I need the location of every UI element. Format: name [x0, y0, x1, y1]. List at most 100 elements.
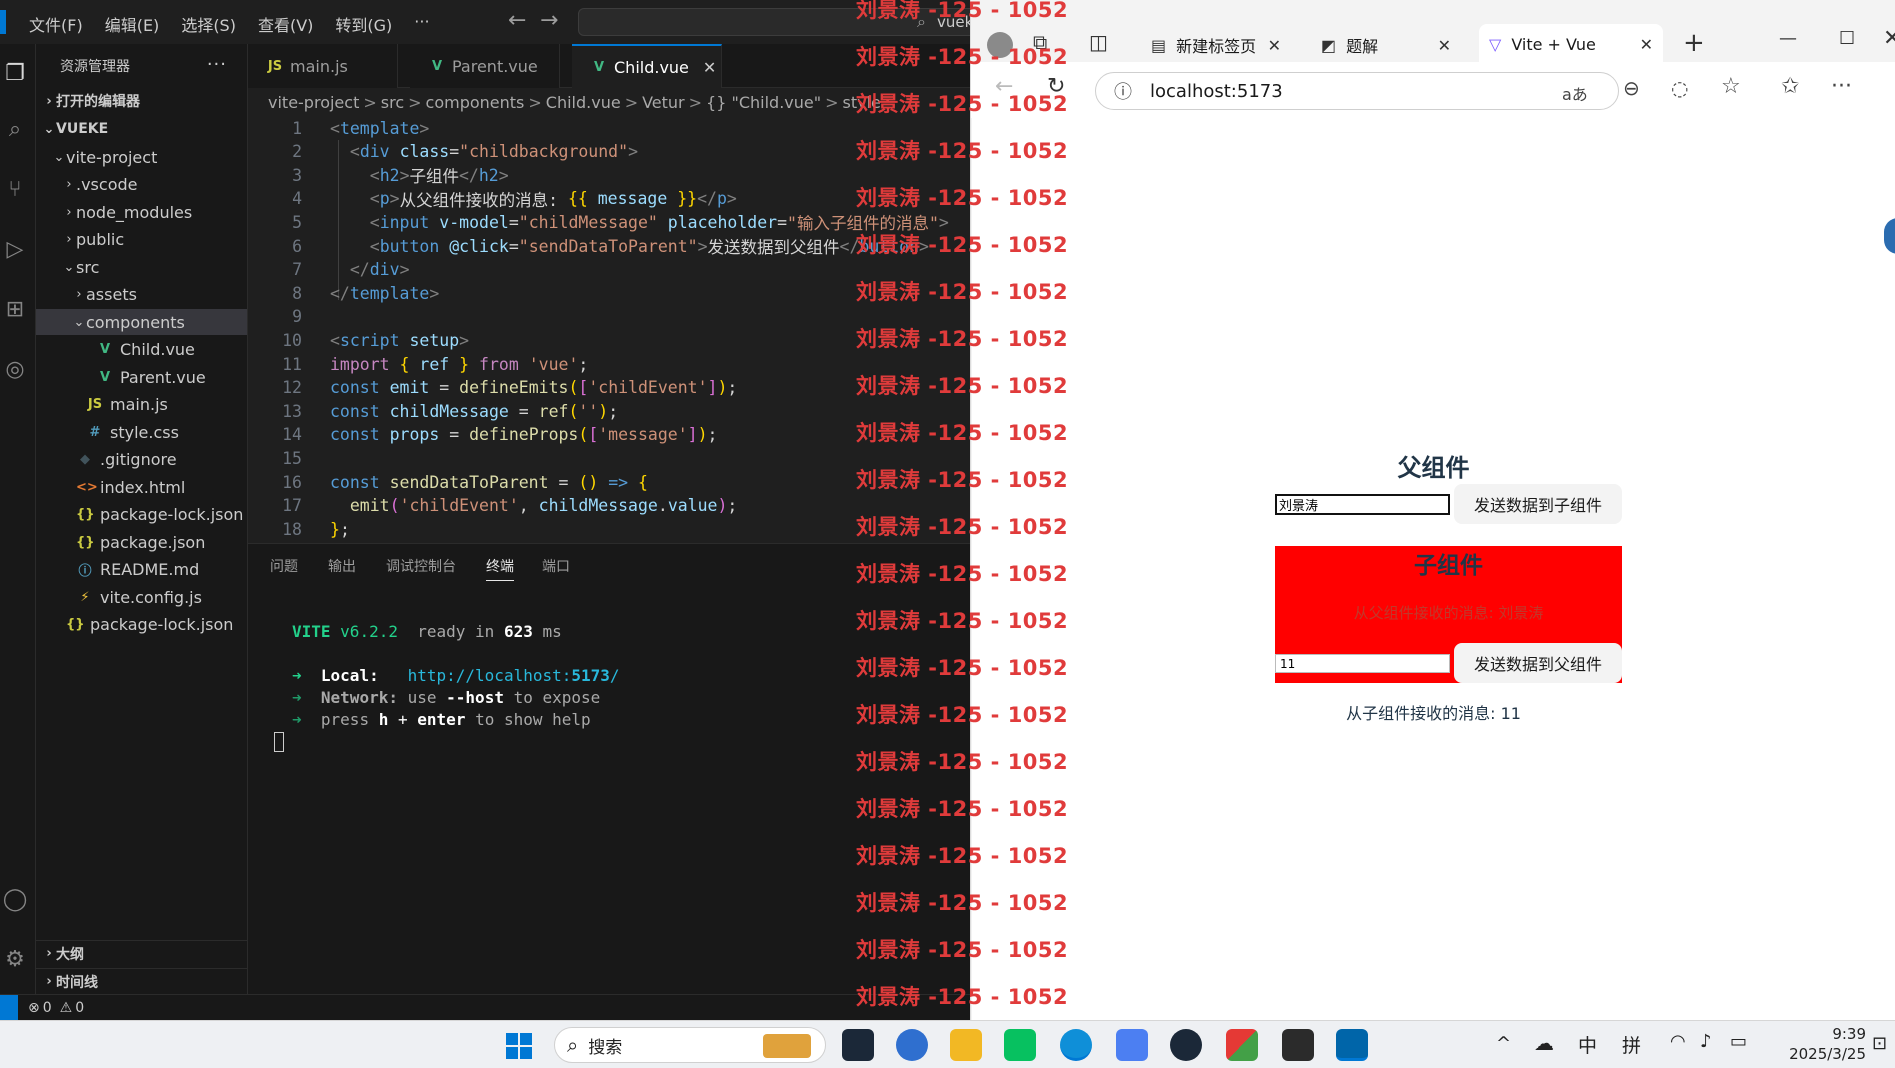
notification-icon[interactable]: ⊡	[1872, 1033, 1887, 1054]
code-line[interactable]: 4 < p > 从父组件接收的消息: {{ message }} </p >	[248, 187, 737, 211]
favorite-star-icon[interactable]: ☆	[1721, 74, 1741, 99]
tree-item[interactable]: # style.css	[36, 419, 247, 445]
wechat-icon[interactable]	[1004, 1029, 1036, 1061]
breadcrumb-item[interactable]: Child.vue	[546, 93, 621, 112]
child-input[interactable]	[1275, 654, 1450, 673]
extensions-icon[interactable]: ⊞	[0, 294, 30, 324]
editor-tab[interactable]: JS main.js	[248, 44, 398, 88]
menu-item[interactable]: 选择(S)	[181, 12, 236, 36]
read-aloud-icon[interactable]: aあ	[1562, 81, 1588, 105]
code-line[interactable]: 11 import { ref } from 'vue';	[248, 352, 588, 376]
chevron-up-icon[interactable]: ^	[1496, 1033, 1511, 1054]
tree-item[interactable]: › .vscode	[36, 172, 247, 198]
menu-item[interactable]: 编辑(E)	[105, 12, 160, 36]
wifi-icon[interactable]: ◠	[1670, 1031, 1686, 1052]
code-line[interactable]: 13 const childMessage = ref('');	[248, 399, 618, 423]
minimize-icon[interactable]: —	[1779, 28, 1797, 49]
code-line[interactable]: 15	[248, 446, 330, 470]
code-line[interactable]: 17 emit('childEvent', childMessage. value…	[248, 494, 737, 518]
breadcrumb-item[interactable]: vite-project	[268, 93, 359, 112]
ime-mode-indicator[interactable]: 中	[1578, 1031, 1597, 1058]
volume-icon[interactable]: ♪	[1700, 1031, 1712, 1052]
panel-tab[interactable]: 输出	[328, 556, 356, 576]
code-line[interactable]: 3 < h2 > 子组件 </h2 >	[248, 163, 509, 187]
open-editors-section[interactable]: › 打开的编辑器	[36, 88, 247, 114]
back-arrow-icon[interactable]: ←	[508, 8, 526, 33]
battery-icon[interactable]: ▭	[1730, 1031, 1747, 1052]
breadcrumb-item[interactable]: {} "Child.vue"	[706, 93, 821, 112]
address-url[interactable]: localhost:5173	[1150, 81, 1283, 102]
terminal-cursor[interactable]	[274, 732, 284, 752]
edge-sidebar-copilot-icon[interactable]	[1884, 218, 1895, 254]
site-info-icon[interactable]: ⓘ	[1114, 78, 1132, 104]
parent-input[interactable]	[1275, 494, 1450, 515]
steam-icon[interactable]	[842, 1029, 874, 1061]
code-line[interactable]: 14 const props = defineProps(['message'])…	[248, 423, 717, 447]
code-line[interactable]: 6 < button @click = "sendDataToParent" > 发送数据…	[248, 234, 929, 258]
tree-item[interactable]: ◆ .gitignore	[36, 447, 247, 473]
code-line[interactable]: 18};	[248, 517, 350, 541]
code-line[interactable]: 16 const sendDataToParent = () => {	[248, 470, 648, 494]
browser-essentials-icon[interactable]: ◌	[1671, 76, 1688, 100]
browser-tab[interactable]: ▽ Vite + Vue ✕	[1479, 24, 1663, 64]
settings-gear-icon[interactable]: ⚙	[0, 944, 30, 974]
panel-tab[interactable]: 调试控制台	[386, 556, 456, 576]
error-icon[interactable]: ⊗	[28, 1000, 40, 1016]
project-root-section[interactable]: ⌄ VUEKE	[36, 116, 247, 142]
tree-item[interactable]: ⌄ src	[36, 254, 247, 280]
outline-section[interactable]: › 大纲	[36, 940, 247, 966]
zoom-out-icon[interactable]: ⊖	[1623, 76, 1640, 100]
search-view-icon[interactable]: ⌕	[0, 114, 30, 144]
tree-item[interactable]: <> index.html	[36, 474, 247, 500]
tree-item[interactable]: {} package-lock.json	[36, 612, 247, 638]
source-control-icon[interactable]: ⑂	[0, 174, 30, 204]
edge-icon[interactable]	[1060, 1029, 1092, 1061]
code-line[interactable]: 10 < script setup >	[248, 328, 469, 352]
tree-item[interactable]: ⚡ vite.config.js	[36, 584, 247, 610]
close-window-icon[interactable]: ✕	[1883, 26, 1895, 51]
panel-tab[interactable]: 问题	[270, 556, 298, 576]
tree-item[interactable]: ⌄ vite-project	[36, 144, 247, 170]
code-line[interactable]: 2 < div class = "childbackground" >	[248, 140, 638, 164]
warning-icon[interactable]: ⚠	[60, 1000, 73, 1016]
onedrive-cloud-icon[interactable]: ☁	[1534, 1031, 1554, 1055]
code-line[interactable]: 12 const emit = defineEmits(['childEvent'…	[248, 376, 737, 400]
close-tab-icon[interactable]: ✕	[1640, 35, 1653, 54]
code-line[interactable]: 5 < input v-model = "childMessage" placehol…	[248, 210, 949, 234]
close-tab-icon[interactable]: ✕	[1438, 36, 1451, 55]
code-line[interactable]: 7 </div >	[248, 258, 409, 282]
taskbar-search[interactable]: ⌕ 搜索	[554, 1027, 826, 1063]
close-icon[interactable]: ✕	[703, 58, 716, 77]
breadcrumb-item[interactable]: src	[381, 93, 404, 112]
more-actions-icon[interactable]: ···	[207, 54, 227, 75]
tree-item[interactable]: {} package.json	[36, 529, 247, 555]
editor-tab[interactable]: V Child.vue ✕	[572, 44, 722, 88]
tree-item[interactable]: ⌄ components	[36, 309, 247, 335]
run-debug-icon[interactable]: ▷	[0, 234, 30, 264]
forward-arrow-icon[interactable]: →	[540, 8, 558, 33]
edge-devtools-icon[interactable]: ◎	[0, 354, 30, 384]
new-tab-button[interactable]: +	[1683, 28, 1705, 58]
local-url[interactable]: http://localhost:5173/	[408, 666, 620, 685]
clock-date[interactable]: 2025/3/25	[1764, 1045, 1866, 1063]
settings-more-icon[interactable]: ···	[1831, 74, 1852, 99]
tree-item[interactable]: › public	[36, 227, 247, 253]
account-icon[interactable]: ◯	[0, 884, 30, 914]
breadcrumb-item[interactable]: Vetur	[642, 93, 685, 112]
send-to-parent-button[interactable]: 发送数据到父组件	[1454, 643, 1622, 683]
terminal-icon[interactable]	[1282, 1029, 1314, 1061]
tree-item[interactable]: › assets	[36, 282, 247, 308]
tree-item[interactable]: V Parent.vue	[36, 364, 247, 390]
tree-item[interactable]: › node_modules	[36, 199, 247, 225]
file-explorer-icon[interactable]	[950, 1029, 982, 1061]
send-to-child-button[interactable]: 发送数据到子组件	[1454, 484, 1622, 524]
ime-name-indicator[interactable]: 拼	[1622, 1031, 1641, 1058]
app-blue-icon[interactable]	[1116, 1029, 1148, 1061]
menu-item[interactable]: 转到(G)	[335, 12, 392, 36]
timeline-section[interactable]: › 时间线	[36, 968, 247, 994]
vscode-taskbar-icon[interactable]	[1336, 1029, 1368, 1061]
favorites-list-icon[interactable]: ✩	[1781, 74, 1799, 99]
editor-tab[interactable]: V Parent.vue	[410, 44, 560, 88]
clock-time[interactable]: 9:39	[1796, 1025, 1866, 1043]
tree-item[interactable]: JS main.js	[36, 392, 247, 418]
